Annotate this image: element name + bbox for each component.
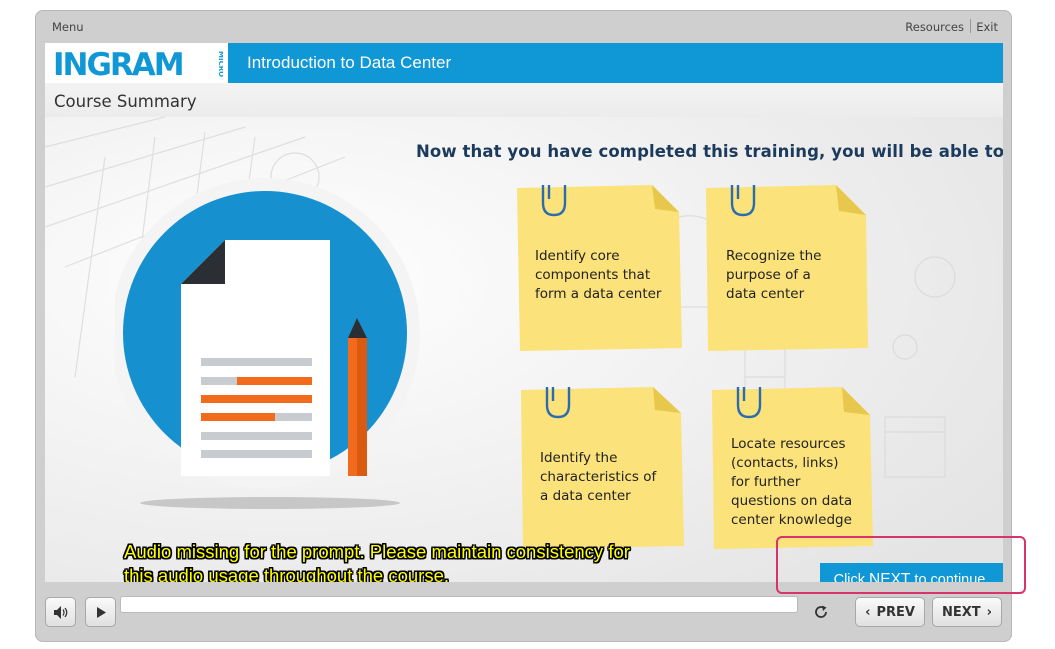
annotation-line-1: Audio missing for the prompt. Please mai… [124,541,630,562]
note-line: Locate resources [731,436,846,452]
review-highlight-box [776,536,1026,594]
prev-label: PREV [876,604,915,620]
objective-note-4: Locate resources (contacts, links) for f… [712,353,878,553]
note-line: (contacts, links) [731,455,839,471]
document-icon [181,240,330,476]
objective-note-1: Identify core components that form a dat… [517,151,687,355]
replay-icon [815,605,827,618]
topbar-divider [970,19,971,33]
note-line: Identify the [540,450,618,466]
logo-wordmark: INGRAM [53,47,183,79]
ingram-micro-logo: INGRAM MICRO [45,43,228,83]
objectives-heading: Now that you have completed this trainin… [416,142,1003,161]
note-line: questions on data [731,493,853,509]
player-topbar: Menu Resources Exit [35,10,1012,42]
next-button[interactable]: NEXT › [932,597,1002,627]
note-line: characteristics of [540,469,657,485]
pencil-icon [348,318,367,476]
note-line: a data center [540,488,631,504]
replay-button[interactable] [807,597,835,627]
note-line: components that [535,267,651,283]
note-line: Identify core [535,248,620,264]
chevron-left-icon: ‹ [865,604,871,620]
menu-link[interactable]: Menu [52,20,84,34]
document-illustration [115,178,420,509]
next-label: NEXT [941,604,981,620]
objective-note-3: Identify the characteristics of a data c… [521,353,687,553]
objective-note-2: Recognize the purpose of a data center [706,151,872,355]
slide-area: INGRAM MICRO Introduction to Data Center… [45,43,1003,582]
prev-button[interactable]: ‹ PREV [855,597,925,627]
play-button[interactable] [85,597,116,627]
audio-review-annotation: Audio missing for the prompt. Please mai… [124,540,764,582]
course-title: Introduction to Data Center [247,53,452,72]
annotation-line-2: this audio usage throughout the course. [124,565,450,582]
play-icon [96,606,106,618]
logo-micro: MICRO [217,51,223,77]
course-header: INGRAM MICRO Introduction to Data Center [45,43,1003,83]
note-line: center knowledge [731,512,852,528]
speaker-icon [53,605,67,619]
volume-button[interactable] [45,597,76,627]
page-title: Course Summary [54,92,197,111]
note-line: data center [726,286,805,302]
seek-bar[interactable] [120,596,798,613]
exit-link[interactable]: Exit [976,20,998,34]
note-line: form a data center [535,286,662,302]
resources-link[interactable]: Resources [905,20,964,34]
note-line: Recognize the [726,248,822,264]
note-line: for further [731,474,801,490]
note-line: purpose of a [726,267,811,283]
chevron-right-icon: › [986,604,992,620]
